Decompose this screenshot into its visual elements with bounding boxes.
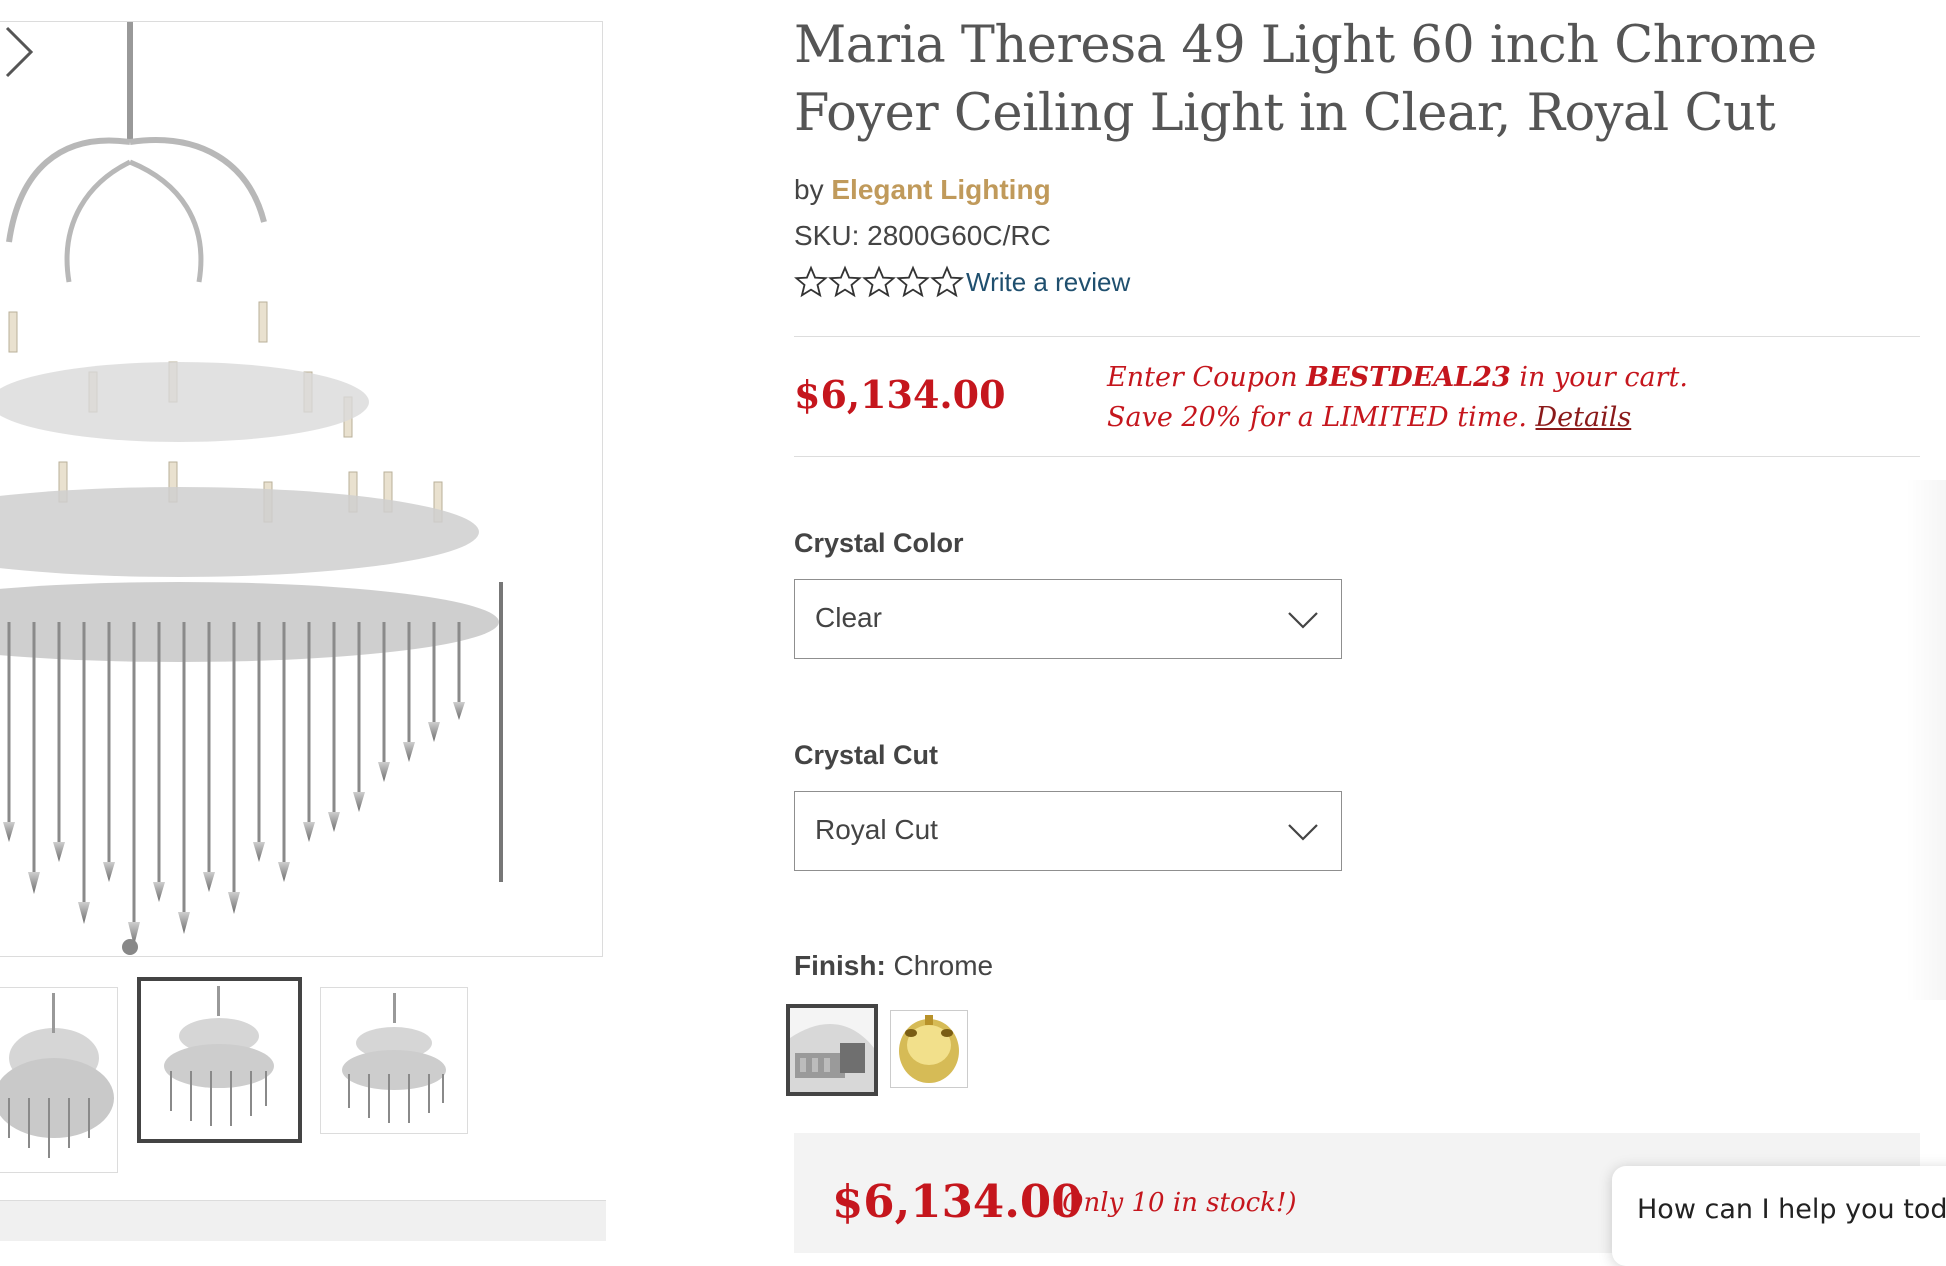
finish-swatch-gold[interactable] xyxy=(890,1010,968,1088)
chrome-finish-image xyxy=(790,1008,874,1092)
brand-line: by Elegant Lighting xyxy=(794,174,1051,206)
brand-link[interactable]: Elegant Lighting xyxy=(831,174,1050,205)
thumbnail-chandelier-image xyxy=(0,993,114,1158)
star-empty-icon xyxy=(896,265,930,298)
edge-shadow xyxy=(1906,480,1946,1000)
star-empty-icon xyxy=(794,265,828,298)
star-empty-icon xyxy=(828,265,862,298)
promo-line-2: Save 20% for a LIMITED time. xyxy=(1107,402,1527,433)
coupon-code: BESTDEAL23 xyxy=(1306,362,1511,393)
coupon-promo: Enter Coupon BESTDEAL23 in your cart. Sa… xyxy=(1107,358,1807,438)
thumbnail-2-selected[interactable] xyxy=(137,977,302,1143)
stock-note: (Only 10 in stock!) xyxy=(1052,1188,1297,1218)
thumbnail-chandelier-image xyxy=(342,993,446,1123)
star-empty-icon xyxy=(862,265,896,298)
promo-prefix: Enter Coupon xyxy=(1107,362,1298,393)
cart-price: $6,134.00 xyxy=(832,1175,1083,1228)
crystal-cut-label: Crystal Cut xyxy=(794,740,939,770)
finish-value: Chrome xyxy=(893,950,994,981)
crystal-color-value: Clear xyxy=(815,602,882,633)
next-image-arrow-icon[interactable] xyxy=(0,22,39,82)
chat-widget-bubble[interactable]: How can I help you today xyxy=(1612,1166,1946,1266)
finish-label: Finish: xyxy=(794,950,886,981)
thumbnail-chandelier-image xyxy=(164,986,274,1126)
product-sku: SKU: 2800G60C/RC xyxy=(794,220,1051,251)
promo-suffix: in your cart. xyxy=(1519,362,1688,393)
crystal-cut-select[interactable]: Royal Cut xyxy=(794,791,1342,871)
finish-label-row: Finish: Chrome xyxy=(794,950,993,982)
gold-finish-image xyxy=(891,1011,967,1087)
promo-details-link[interactable]: Details xyxy=(1536,402,1632,433)
thumbnail-1[interactable] xyxy=(0,987,118,1173)
main-product-image[interactable] xyxy=(0,21,603,957)
write-review-link[interactable]: Write a review xyxy=(966,267,1130,298)
thumbnail-3[interactable] xyxy=(320,987,468,1134)
divider xyxy=(794,456,1920,457)
finish-swatch-chrome[interactable] xyxy=(786,1004,878,1096)
chevron-down-icon xyxy=(1288,612,1318,629)
product-price: $6,134.00 xyxy=(794,372,1006,417)
chevron-down-icon xyxy=(1288,824,1318,841)
chandelier-image xyxy=(0,22,503,955)
crystal-cut-value: Royal Cut xyxy=(815,814,938,845)
crystal-color-select[interactable]: Clear xyxy=(794,579,1342,659)
chat-prompt: How can I help you today xyxy=(1637,1194,1946,1225)
star-empty-icon xyxy=(930,265,964,298)
product-title: Maria Theresa 49 Light 60 inch Chrome Fo… xyxy=(794,16,1817,143)
rating-row: Write a review xyxy=(794,262,1130,302)
crystal-color-label: Crystal Color xyxy=(794,528,964,558)
divider xyxy=(794,336,1920,337)
gallery-bottom-bar xyxy=(0,1200,606,1241)
by-prefix: by xyxy=(794,174,824,205)
